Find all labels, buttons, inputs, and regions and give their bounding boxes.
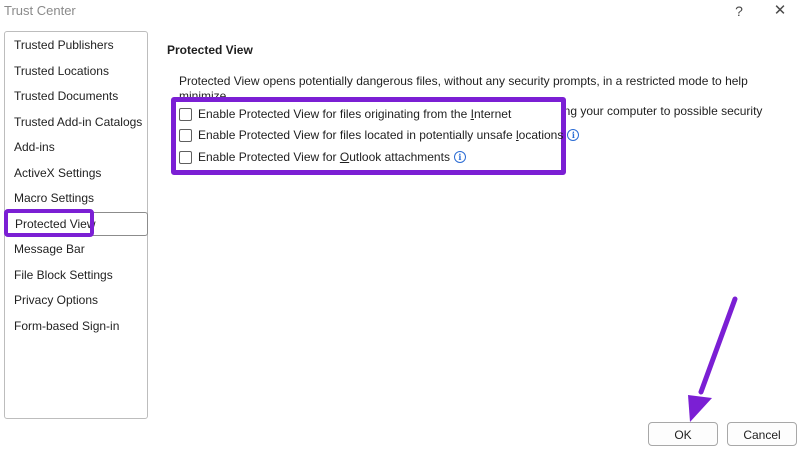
annotation-arrow <box>688 296 738 422</box>
ok-button[interactable]: OK <box>648 422 718 446</box>
cancel-button[interactable]: Cancel <box>727 422 797 446</box>
